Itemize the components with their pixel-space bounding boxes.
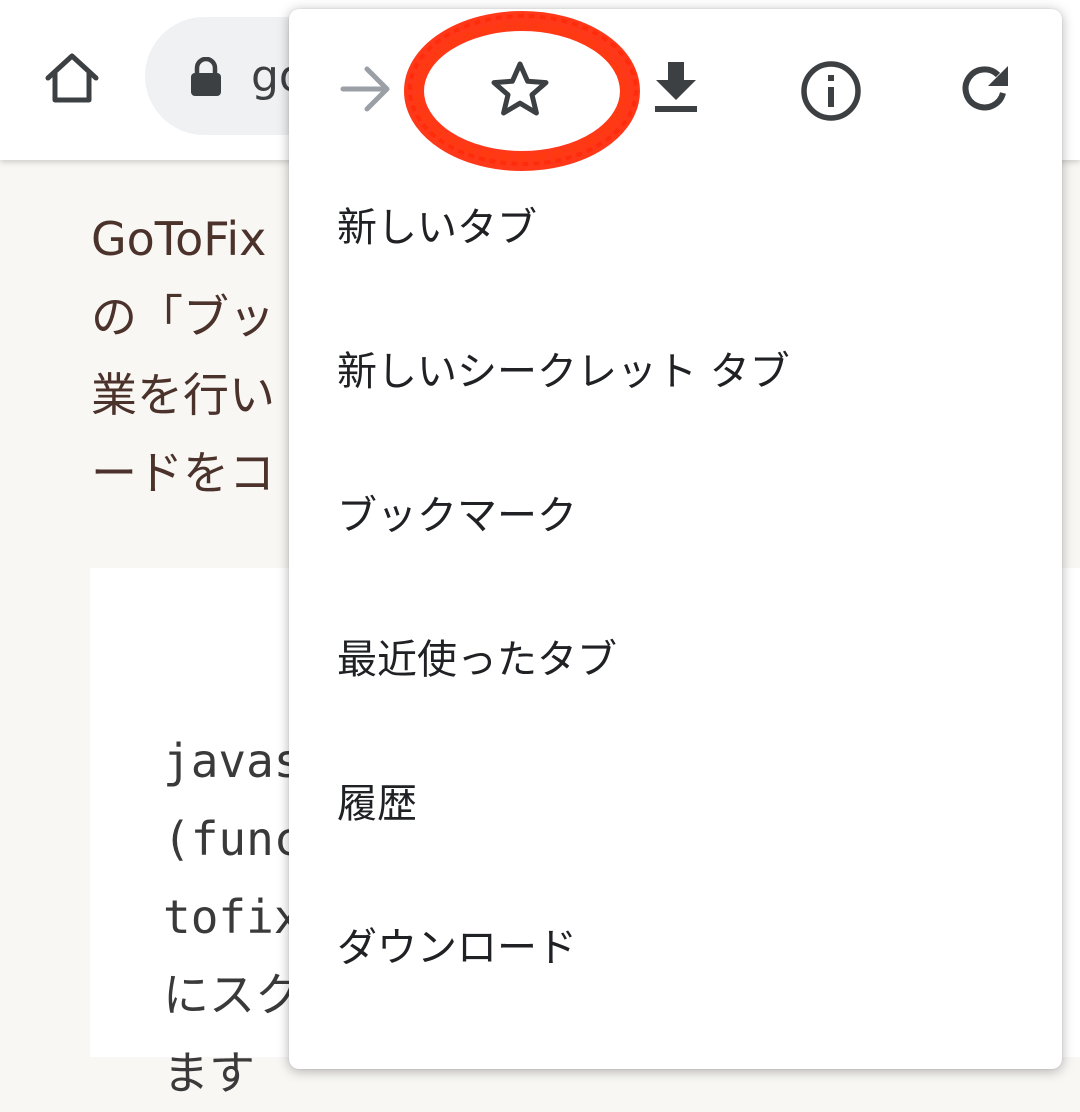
star-icon <box>491 61 549 116</box>
menu-item-label: 履歴 <box>337 781 417 827</box>
download-icon <box>655 62 697 112</box>
menu-item-history[interactable]: 履歴 <box>289 740 1062 860</box>
reload-button[interactable] <box>945 49 1025 129</box>
home-button[interactable] <box>30 36 114 120</box>
menu-item-recent-tabs[interactable]: 最近使ったタブ <box>289 596 1062 716</box>
code-line: (func <box>163 812 302 866</box>
menu-icon-row <box>289 9 1062 159</box>
lock-icon <box>191 57 221 96</box>
menu-item-label: 新しいシークレット タブ <box>337 349 790 395</box>
bookmark-star-button[interactable] <box>480 49 560 129</box>
menu-item-label: 最近使ったタブ <box>337 637 617 683</box>
menu-item-downloads[interactable]: ダウンロード <box>289 884 1062 1004</box>
info-icon <box>801 61 861 121</box>
menu-item-label: 新しいタブ <box>337 205 537 251</box>
menu-item-new-tab[interactable]: 新しいタブ <box>289 164 1062 284</box>
menu-item-bookmarks[interactable]: ブックマーク <box>289 452 1062 572</box>
menu-item-label: ブックマーク <box>337 493 577 539</box>
code-line: javas <box>163 734 302 788</box>
reload-icon <box>962 66 1008 111</box>
overflow-menu: 新しいタブ 新しいシークレット タブ ブックマーク 最近使ったタブ 履歴 ダウン… <box>289 9 1062 1069</box>
code-line: ます <box>163 1046 255 1100</box>
menu-item-new-incognito-tab[interactable]: 新しいシークレット タブ <box>289 308 1062 428</box>
code-line: tofix <box>163 890 302 944</box>
home-icon <box>45 53 99 103</box>
menu-item-label: ダウンロード <box>337 925 577 971</box>
forward-button[interactable] <box>326 49 406 129</box>
download-button[interactable] <box>636 47 716 127</box>
forward-icon <box>340 66 390 112</box>
code-line: にスク <box>163 968 301 1022</box>
page-info-button[interactable] <box>791 51 871 131</box>
